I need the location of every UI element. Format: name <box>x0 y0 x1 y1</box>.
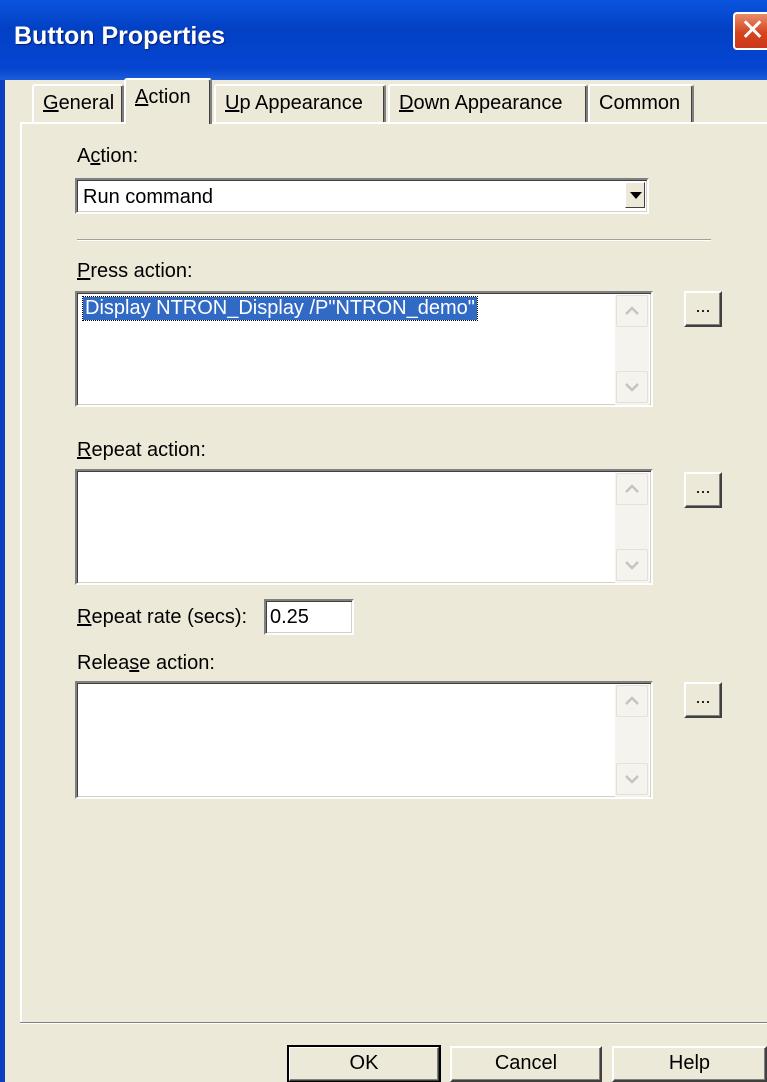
repeat-action-browse-button[interactable]: ... <box>684 472 722 508</box>
tab-action-label: ction <box>148 86 191 108</box>
action-select[interactable]: Run command <box>75 178 649 214</box>
repeat-rate-input[interactable]: 0.25 <box>264 599 354 635</box>
tab-down-appearance[interactable]: Down Appearance <box>388 84 588 122</box>
tab-down-appearance-label: own Appearance <box>413 92 563 114</box>
press-action-value: Display NTRON_Display /P"NTRON_demo" <box>82 296 478 321</box>
tab-up-appearance-label: p Appearance <box>239 92 363 114</box>
cancel-button[interactable]: Cancel <box>450 1046 602 1082</box>
close-icon: ✕ <box>740 14 766 47</box>
repeat-rate-label: Repeat rate (secs): <box>77 606 248 628</box>
tab-general-mnemonic: G <box>43 92 59 114</box>
release-action-label: Release action: <box>77 652 215 674</box>
separator <box>77 239 711 241</box>
chevron-up-icon[interactable] <box>616 473 648 505</box>
press-action-input[interactable]: Display NTRON_Display /P"NTRON_demo" <box>75 291 653 407</box>
press-action-scrollbar[interactable] <box>615 295 649 405</box>
window-border <box>0 80 5 1082</box>
repeat-action-input[interactable] <box>75 469 653 585</box>
help-button[interactable]: Help <box>612 1046 767 1082</box>
tab-general[interactable]: General <box>32 84 124 122</box>
release-action-browse-button[interactable]: ... <box>684 682 722 718</box>
action-label: Action: <box>77 145 139 167</box>
chevron-down-icon[interactable] <box>625 182 645 208</box>
press-action-browse-button[interactable]: ... <box>684 291 722 327</box>
chevron-down-icon[interactable] <box>616 549 648 581</box>
press-action-label: Press action: <box>77 260 193 282</box>
release-action-input[interactable] <box>75 681 653 799</box>
title-bar[interactable]: Button Properties ✕ <box>0 0 767 80</box>
window-title: Button Properties <box>14 22 226 50</box>
chevron-down-icon[interactable] <box>616 763 648 795</box>
tab-general-label: eneral <box>58 92 115 114</box>
release-action-scrollbar[interactable] <box>615 685 649 797</box>
tab-common[interactable]: Common <box>588 84 694 122</box>
chevron-down-icon[interactable] <box>616 371 648 403</box>
repeat-action-label: Repeat action: <box>77 439 206 461</box>
tab-up-appearance[interactable]: Up Appearance <box>214 84 386 122</box>
button-bar-separator <box>20 1022 767 1024</box>
close-button[interactable]: ✕ <box>733 12 767 50</box>
ok-button[interactable]: OK <box>287 1045 441 1082</box>
tab-down-appearance-mnemonic: D <box>399 92 414 114</box>
chevron-up-icon[interactable] <box>616 685 648 717</box>
tab-common-label: Common <box>599 92 681 114</box>
action-select-value: Run command <box>83 186 214 208</box>
tab-action[interactable]: Action <box>124 78 212 124</box>
tab-action-mnemonic: A <box>135 86 149 108</box>
repeat-action-scrollbar[interactable] <box>615 473 649 583</box>
tab-up-appearance-mnemonic: U <box>225 92 240 114</box>
repeat-rate-value: 0.25 <box>270 606 309 628</box>
chevron-up-icon[interactable] <box>616 295 648 327</box>
